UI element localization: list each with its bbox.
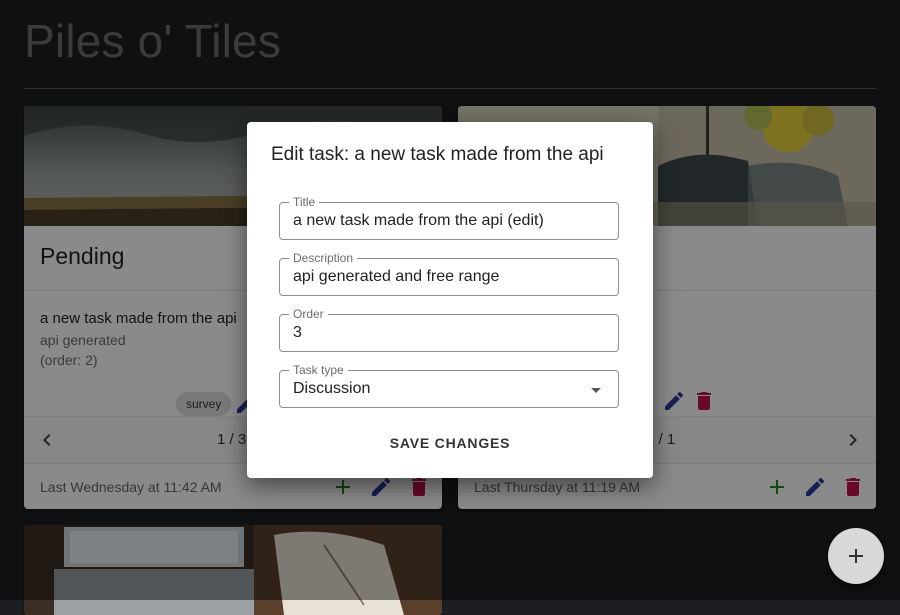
order-field: Order bbox=[279, 307, 619, 352]
caret-down-icon bbox=[591, 388, 601, 393]
order-input[interactable] bbox=[293, 315, 593, 351]
title-input[interactable] bbox=[293, 203, 593, 239]
title-field: Title bbox=[279, 195, 619, 240]
add-pile-fab[interactable] bbox=[828, 528, 884, 584]
description-field: Description bbox=[279, 251, 619, 296]
dialog-title: Edit task: a new task made from the api bbox=[271, 144, 604, 165]
task-type-value: Discussion bbox=[293, 380, 371, 397]
save-changes-button[interactable]: SAVE CHANGES bbox=[384, 428, 516, 458]
task-type-select[interactable]: Task type Discussion bbox=[279, 363, 619, 408]
task-type-field-label: Task type bbox=[289, 363, 348, 377]
plus-icon bbox=[849, 549, 863, 563]
description-input[interactable] bbox=[293, 259, 593, 295]
edit-task-dialog: Edit task: a new task made from the api … bbox=[247, 122, 653, 478]
